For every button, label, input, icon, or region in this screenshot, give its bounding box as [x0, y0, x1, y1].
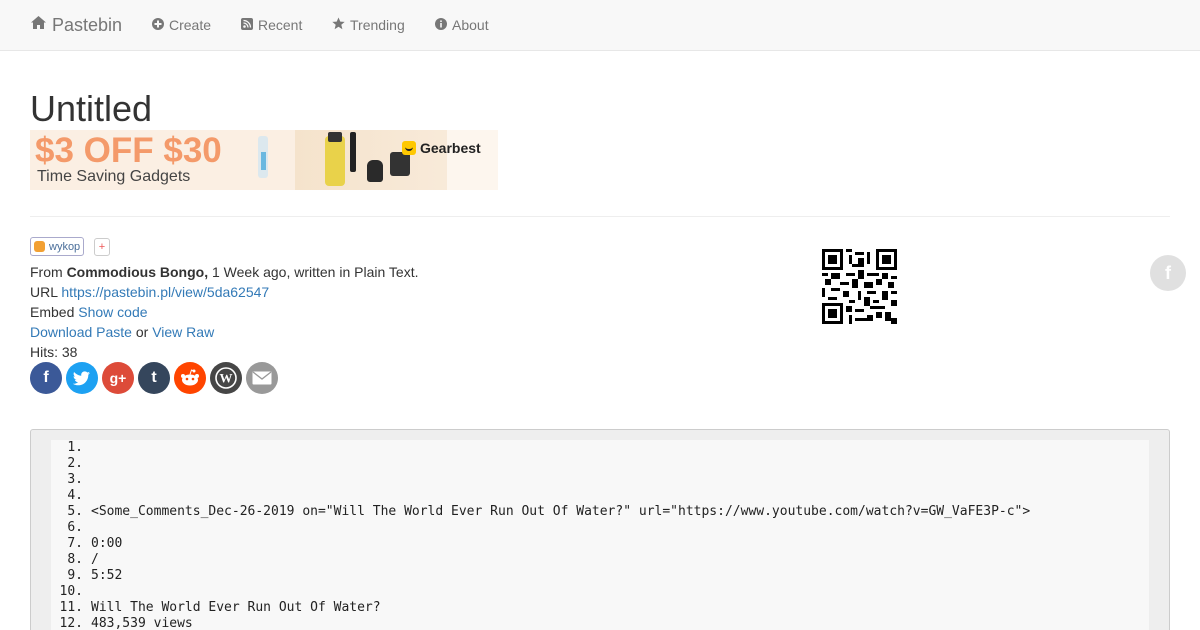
- line-number: 7.: [67, 536, 83, 551]
- brand-link[interactable]: Pastebin: [30, 0, 122, 50]
- code-line: 7. 0:00: [51, 536, 122, 552]
- navbar: Pastebin Create Recent Trending About: [0, 0, 1200, 51]
- line-number: 12.: [59, 616, 83, 630]
- home-icon: [30, 15, 47, 35]
- paste-url-line: URL https://pastebin.pl/view/5da62547: [30, 282, 269, 302]
- line-number: 3.: [67, 472, 83, 487]
- nav-recent[interactable]: Recent: [241, 0, 302, 50]
- plus-circle-icon: [152, 17, 164, 33]
- hits-count: Hits: 38: [30, 344, 78, 360]
- facebook-icon: f: [43, 369, 49, 386]
- nav-about-label: About: [452, 17, 489, 33]
- line-text: Will The World Ever Run Out Of Water?: [91, 600, 381, 615]
- author-name: Commodious Bongo,: [66, 264, 209, 280]
- gearbest-logo: Gearbest: [402, 139, 481, 157]
- paste-url-link[interactable]: https://pastebin.pl/view/5da62547: [61, 284, 269, 300]
- brand-label: Pastebin: [52, 14, 123, 35]
- google-plus-icon: g+: [109, 370, 127, 386]
- line-text: /: [91, 552, 99, 567]
- line-number: 11.: [59, 600, 83, 615]
- banner-subtitle: Time Saving Gadgets: [37, 168, 191, 185]
- code-line: 12. 483,539 views: [51, 616, 193, 630]
- embed-line: Embed Show code: [30, 302, 148, 322]
- line-number: 10.: [59, 584, 83, 599]
- gearbest-logo-icon: [402, 141, 416, 155]
- floating-facebook-button[interactable]: f: [1150, 255, 1186, 291]
- or-text: or: [135, 324, 149, 340]
- banner-price: $3 OFF $30: [35, 131, 222, 170]
- line-number: 9.: [67, 568, 83, 583]
- svg-text:W: W: [220, 371, 233, 386]
- reddit-share-button[interactable]: [174, 362, 206, 394]
- url-label: URL: [30, 284, 58, 300]
- code-line: 10.: [51, 584, 83, 600]
- line-number: 2.: [67, 456, 83, 471]
- wykop-plus-button[interactable]: +: [94, 238, 110, 256]
- line-text: 0:00: [91, 536, 123, 551]
- social-share-buttons: f g+ t W: [30, 362, 278, 394]
- paste-time: 1 Week ago, written in Plain Text.: [212, 264, 419, 280]
- line-number: 5.: [67, 504, 83, 519]
- line-text: 483,539 views: [91, 616, 193, 630]
- qr-code: [822, 249, 897, 324]
- nav-create-label: Create: [169, 17, 212, 33]
- show-code-link[interactable]: Show code: [78, 304, 147, 320]
- embed-label: Embed: [30, 304, 75, 320]
- facebook-share-button[interactable]: f: [30, 362, 62, 394]
- code-line: 2.: [51, 456, 83, 472]
- paste-code-box: 1. 2. 3. 4. 5. <Some_Comments_Dec-26-2019…: [30, 429, 1170, 630]
- nav-create[interactable]: Create: [152, 0, 211, 50]
- line-number: 8.: [67, 552, 83, 567]
- gearbest-logo-text: Gearbest: [420, 140, 481, 156]
- blender-image: [328, 132, 342, 142]
- code-line: 9. 5:52: [51, 568, 122, 584]
- wordpress-share-button[interactable]: W: [210, 362, 242, 394]
- line-number: 1.: [67, 440, 83, 455]
- code-line: 5. <Some_Comments_Dec-26-2019 on="Will Th…: [51, 504, 1030, 520]
- google-plus-share-button[interactable]: g+: [102, 362, 134, 394]
- tumblr-share-button[interactable]: t: [138, 362, 170, 394]
- code-line: 3.: [51, 472, 83, 488]
- wykop-button[interactable]: wykop: [30, 237, 85, 256]
- nav-about[interactable]: About: [435, 0, 489, 50]
- chopper-image: [367, 160, 383, 182]
- line-number: 4.: [67, 488, 83, 503]
- wykop-label: wykop: [49, 240, 81, 253]
- code-line: 11. Will The World Ever Run Out Of Water?: [51, 600, 381, 616]
- rss-icon: [241, 17, 253, 33]
- email-icon: [252, 371, 272, 385]
- download-paste-link[interactable]: Download Paste: [30, 324, 132, 340]
- code-line: 4.: [51, 488, 83, 504]
- code-line: 8. /: [51, 552, 98, 568]
- reddit-icon: [181, 369, 199, 386]
- wordpress-icon: W: [215, 367, 237, 389]
- divider: [30, 216, 1170, 217]
- nav-trending-label: Trending: [350, 17, 405, 33]
- blender-image: [325, 136, 345, 186]
- nav-recent-label: Recent: [258, 17, 303, 33]
- page-title: Untitled: [30, 88, 153, 129]
- download-line: Download Paste or View Raw: [30, 322, 214, 342]
- product-image: [261, 152, 266, 170]
- wykop-icon: [34, 241, 45, 252]
- tumblr-icon: t: [151, 369, 157, 386]
- email-share-button[interactable]: [246, 362, 278, 394]
- paste-author-line: From Commodious Bongo, 1 Week ago, writt…: [30, 262, 418, 282]
- line-text: <Some_Comments_Dec-26-2019 on="Will The …: [91, 504, 1031, 519]
- line-number: 6.: [67, 520, 83, 535]
- twitter-icon: [73, 370, 90, 385]
- view-raw-link[interactable]: View Raw: [152, 324, 214, 340]
- ad-banner[interactable]: $3 OFF $30 Time Saving Gadgets Gearbest: [30, 130, 498, 190]
- code-line: 6.: [51, 520, 83, 536]
- line-text: 5:52: [91, 568, 123, 583]
- nav-trending[interactable]: Trending: [332, 0, 405, 50]
- code-listing[interactable]: 1. 2. 3. 4. 5. <Some_Comments_Dec-26-2019…: [51, 440, 1149, 630]
- from-label: From: [30, 264, 63, 280]
- banner-text-panel: $3 OFF $30 Time Saving Gadgets: [30, 130, 295, 190]
- code-line: 1.: [51, 440, 83, 456]
- twitter-share-button[interactable]: [66, 362, 98, 394]
- star-icon: [332, 17, 345, 33]
- mixer-image: [350, 132, 356, 172]
- info-circle-icon: [435, 17, 447, 33]
